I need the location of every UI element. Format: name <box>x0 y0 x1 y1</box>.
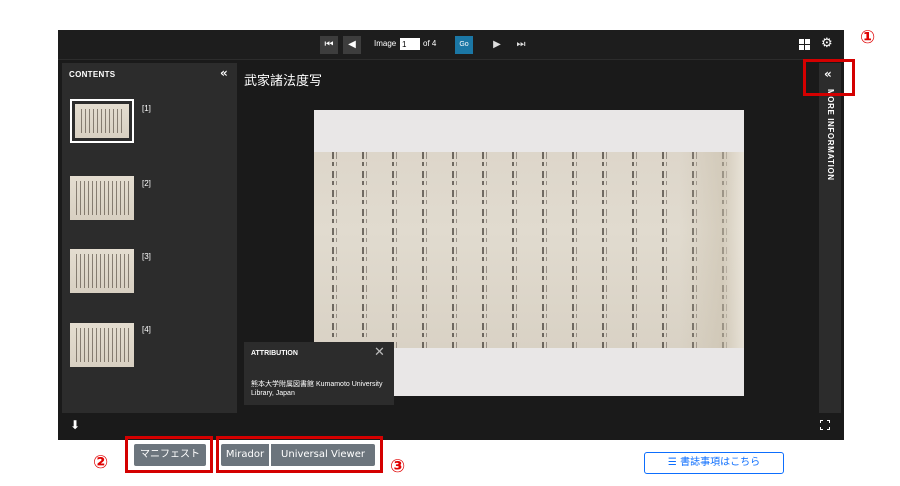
collapse-contents-icon[interactable]: « <box>220 66 228 80</box>
thumbnail-label: [1] <box>142 104 151 113</box>
fullscreen-icon[interactable] <box>820 420 830 430</box>
annotation-marker-3: ③ <box>390 456 406 477</box>
image-number-input[interactable] <box>400 38 420 50</box>
contents-title: CONTENTS <box>69 70 116 79</box>
universal-viewer-button[interactable]: Universal Viewer <box>271 444 375 466</box>
iiif-viewer: ⏮ ◀ Image of 4 Go ▶ ⏭ ⚙ CONTENTS « [1] [… <box>58 30 844 440</box>
annotation-marker-2: ② <box>93 452 109 473</box>
go-button[interactable]: Go <box>455 36 473 54</box>
bibliographic-info-button[interactable]: ☰ 書誌事項はこちら <box>644 452 784 474</box>
thumbnail-1[interactable] <box>70 99 134 143</box>
grid-view-icon[interactable] <box>799 39 810 50</box>
download-icon[interactable]: ⬇ <box>70 418 80 432</box>
list-icon: ☰ <box>667 457 677 468</box>
annotation-box-1 <box>803 59 855 96</box>
first-page-icon[interactable]: ⏮ <box>320 36 338 54</box>
next-page-icon[interactable]: ▶ <box>488 36 506 54</box>
attribution-title: ATTRIBUTION <box>251 350 298 357</box>
mirador-button[interactable]: Mirador <box>221 444 269 466</box>
contents-panel: CONTENTS « [1] [2] [3] [4] <box>62 63 237 413</box>
thumbnail-4[interactable] <box>70 323 134 367</box>
document-scroll-image <box>314 152 744 348</box>
manifest-button[interactable]: マニフェスト <box>134 444 206 466</box>
thumbnail-2[interactable] <box>70 176 134 220</box>
thumbnail-3[interactable] <box>70 249 134 293</box>
viewer-toolbar: ⏮ ◀ Image of 4 Go ▶ ⏭ ⚙ <box>58 30 844 60</box>
thumbnail-label: [3] <box>142 252 151 261</box>
document-title: 武家諸法度写 <box>244 74 323 89</box>
more-information-label: MORE INFORMATION <box>826 89 835 181</box>
attribution-panel: ATTRIBUTION ✕ 熊本大学附属図書館 Kumamoto Univers… <box>244 342 394 405</box>
close-icon[interactable]: ✕ <box>374 345 385 360</box>
last-page-icon[interactable]: ⏭ <box>512 36 530 54</box>
attribution-text: 熊本大学附属図書館 Kumamoto University Library, J… <box>251 381 383 397</box>
more-information-panel[interactable]: « MORE INFORMATION <box>819 63 841 413</box>
image-label: Image <box>374 39 397 48</box>
prev-page-icon[interactable]: ◀ <box>343 36 361 54</box>
thumbnail-label: [2] <box>142 179 151 188</box>
thumbnail-label: [4] <box>142 325 151 334</box>
annotation-marker-1: ① <box>860 27 876 48</box>
gear-icon[interactable]: ⚙ <box>821 36 833 51</box>
image-count: of 4 <box>423 39 437 48</box>
bibliographic-info-label: 書誌事項はこちら <box>680 457 761 468</box>
